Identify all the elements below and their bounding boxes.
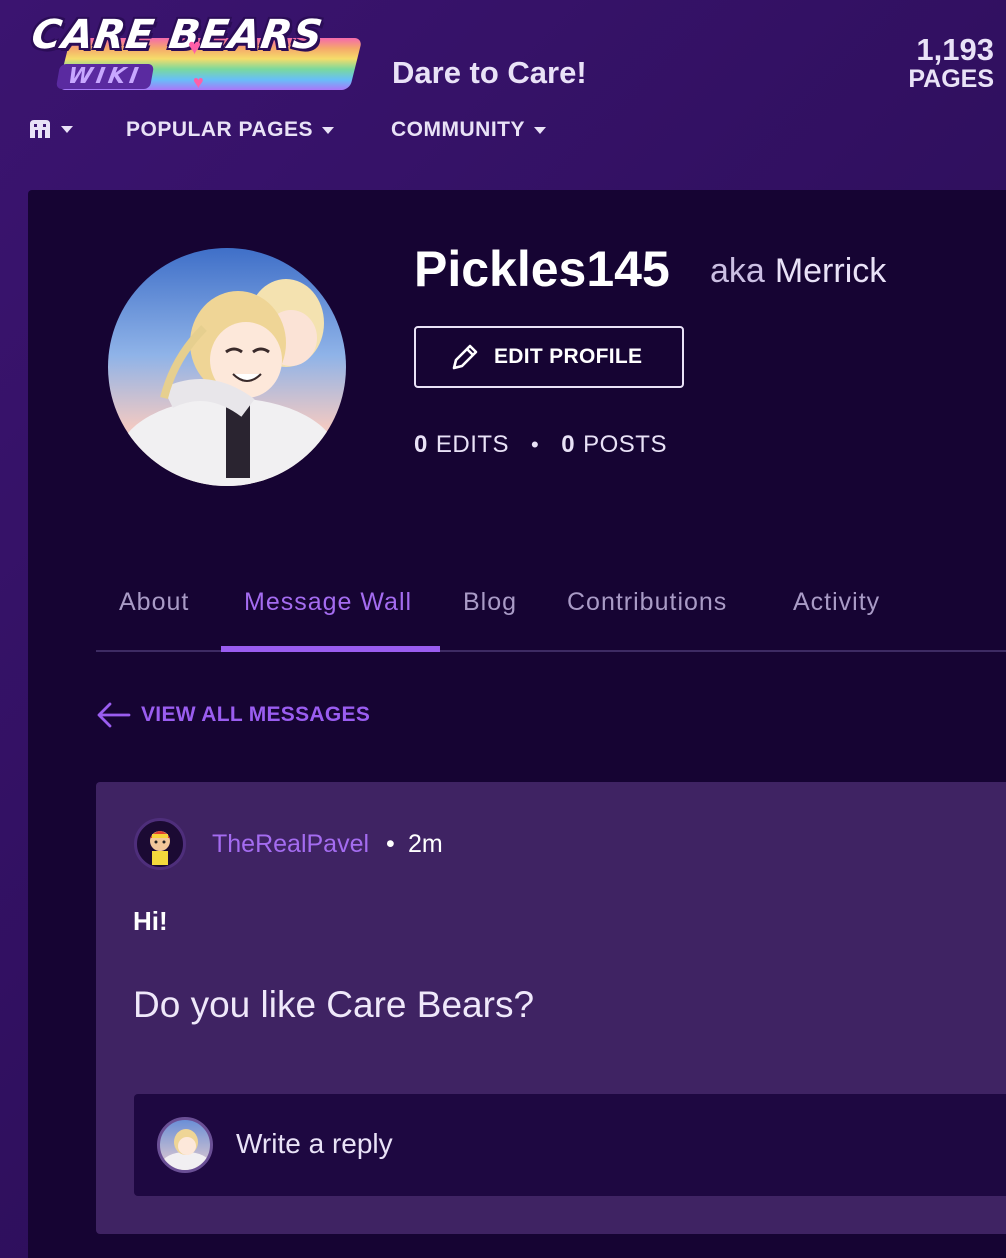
tab-contributions[interactable]: Contributions	[567, 588, 727, 617]
chevron-down-icon	[61, 125, 73, 133]
arrow-left-icon	[97, 702, 131, 728]
profile-username: Pickles145	[414, 241, 670, 297]
profile-tabs: About Message Wall Blog Contributions Ac…	[96, 580, 1006, 652]
wiki-tagline: Dare to Care!	[392, 55, 587, 90]
pencil-icon	[452, 344, 478, 370]
active-tab-indicator	[221, 646, 440, 652]
reply-avatar-illustration	[162, 1129, 210, 1170]
profile-avatar	[108, 248, 346, 486]
heart-icon: ♥	[193, 72, 204, 92]
edit-profile-button[interactable]: EDIT PROFILE	[414, 326, 684, 388]
nav-community-label: COMMUNITY	[391, 118, 525, 141]
nav-community[interactable]: COMMUNITY	[391, 118, 546, 142]
wiki-logo[interactable]: CARE BEARS WIKI ♥ ♥	[28, 12, 363, 94]
logo-subtitle: WIKI	[55, 64, 154, 89]
view-all-messages-label: VIEW ALL MESSAGES	[141, 703, 371, 726]
wiki-icon	[30, 120, 50, 138]
author-time-separator: •	[386, 830, 395, 858]
edits-label[interactable]: EDITS	[436, 431, 509, 459]
edit-profile-label: EDIT PROFILE	[494, 345, 643, 368]
aka-name: Merrick	[774, 252, 887, 290]
posts-label[interactable]: POSTS	[583, 431, 667, 459]
edits-count: 0	[414, 431, 428, 458]
page-count: 1,193 PAGES	[908, 32, 994, 93]
page-count-label: PAGES	[908, 65, 994, 93]
nav-wiki-menu[interactable]	[28, 118, 73, 140]
message-timestamp[interactable]: 2m	[408, 830, 443, 859]
page-count-number: 1,193	[916, 32, 994, 67]
view-all-messages-link[interactable]: VIEW ALL MESSAGES	[95, 700, 370, 730]
message-author[interactable]: TheRealPavel	[212, 830, 369, 859]
aka-label: aka	[710, 252, 765, 290]
avatar-illustration	[118, 279, 338, 486]
profile-stats: 0 EDITS • 0 POSTS	[414, 431, 667, 459]
message-body: Do you like Care Bears?	[133, 984, 535, 1025]
nav-popular-pages-label: POPULAR PAGES	[126, 118, 313, 141]
tab-about[interactable]: About	[119, 588, 189, 617]
message-title[interactable]: Hi!	[133, 906, 168, 937]
profile-aka: aka Merrick	[710, 252, 886, 291]
chevron-down-icon	[534, 126, 546, 134]
chevron-down-icon	[321, 126, 334, 134]
author-avatar-illustration	[150, 831, 170, 865]
nav-popular-pages[interactable]: POPULAR PAGES	[126, 118, 334, 142]
tab-activity[interactable]: Activity	[793, 588, 880, 617]
reply-input[interactable]: Write a reply	[236, 1128, 393, 1160]
logo-title: CARE BEARS	[28, 12, 326, 58]
posts-count: 0	[561, 431, 576, 458]
author-avatar[interactable]	[134, 818, 186, 870]
stats-separator: •	[531, 432, 540, 457]
reply-user-avatar	[157, 1117, 213, 1173]
tab-message-wall[interactable]: Message Wall	[244, 588, 412, 617]
heart-icon: ♥	[188, 34, 202, 59]
tab-blog[interactable]: Blog	[463, 588, 517, 617]
